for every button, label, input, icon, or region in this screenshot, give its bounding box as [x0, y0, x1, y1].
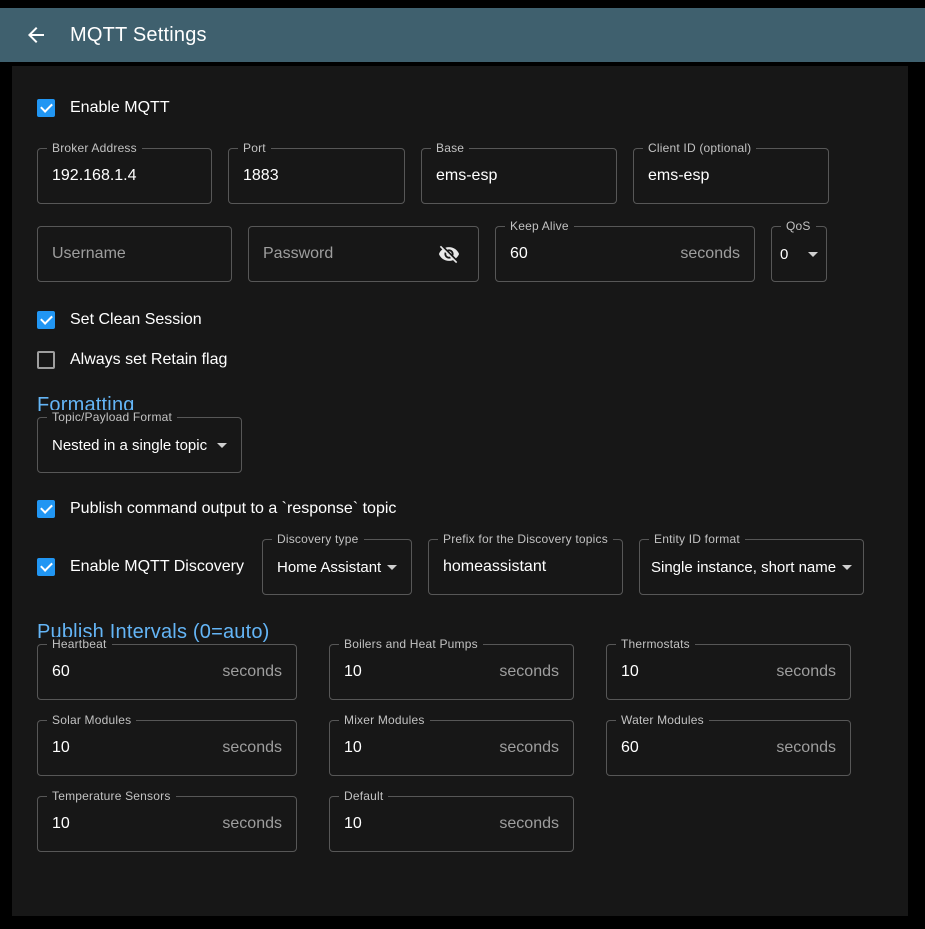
dropdown-arrow-icon	[842, 565, 852, 570]
discovery-row: Enable MQTT Discovery Discovery type Hom…	[37, 539, 863, 595]
app-bar: MQTT Settings	[0, 8, 925, 62]
default-interval-field: Default seconds	[329, 796, 574, 852]
mqtt-settings-page: MQTT Settings Enable MQTT Broker Address…	[0, 0, 925, 929]
discovery-type-select[interactable]: Discovery type Home Assistant	[262, 539, 412, 595]
visibility-off-icon	[438, 243, 460, 265]
water-modules-input[interactable]	[621, 739, 768, 757]
broker-address-field: Broker Address	[37, 148, 212, 204]
keep-alive-field: Keep Alive seconds	[495, 226, 755, 282]
field-label: Topic/Payload Format	[47, 410, 177, 424]
qos-select[interactable]: QoS 0	[771, 226, 827, 282]
field-suffix: seconds	[776, 739, 836, 757]
topic-payload-format-select[interactable]: Topic/Payload Format Nested in a single …	[37, 417, 242, 473]
field-suffix: seconds	[222, 663, 282, 681]
field-label: Heartbeat	[47, 637, 112, 651]
field-label: Default	[339, 789, 388, 803]
dropdown-arrow-icon	[387, 565, 397, 570]
field-suffix: seconds	[776, 663, 836, 681]
checkbox-icon	[37, 351, 55, 369]
field-label: Port	[238, 141, 271, 155]
credentials-row: Keep Alive seconds QoS 0	[37, 226, 863, 282]
field-label: Prefix for the Discovery topics	[438, 532, 613, 546]
checkbox-icon	[37, 99, 55, 117]
field-label: Entity ID format	[649, 532, 745, 546]
dropdown-arrow-icon	[217, 443, 227, 448]
field-label: Broker Address	[47, 141, 142, 155]
client-id-input[interactable]	[648, 167, 814, 185]
field-suffix: seconds	[222, 815, 282, 833]
mixer-modules-field: Mixer Modules seconds	[329, 720, 574, 776]
topic-format-value: Nested in a single topic	[52, 437, 211, 454]
thermostats-field: Thermostats seconds	[606, 644, 851, 700]
dropdown-arrow-icon	[808, 252, 818, 257]
checkbox-icon	[37, 500, 55, 518]
entity-id-format-select[interactable]: Entity ID format Single instance, short …	[639, 539, 864, 595]
checkbox-label: Enable MQTT Discovery	[70, 558, 244, 576]
checkbox-label: Enable MQTT	[70, 99, 170, 117]
checkbox-label: Always set Retain flag	[70, 351, 227, 369]
checkbox-label: Publish command output to a `response` t…	[70, 500, 396, 518]
checkbox-icon	[37, 558, 55, 576]
publish-response-checkbox[interactable]: Publish command output to a `response` t…	[37, 497, 863, 521]
enable-mqtt-discovery-checkbox[interactable]: Enable MQTT Discovery	[37, 555, 246, 579]
field-suffix: seconds	[499, 663, 559, 681]
page-title: MQTT Settings	[70, 24, 207, 47]
field-label: Mixer Modules	[339, 713, 430, 727]
arrow-back-icon	[24, 23, 48, 47]
entity-id-format-value: Single instance, short name	[651, 559, 836, 576]
field-label: QoS	[781, 219, 816, 233]
boilers-heat-pumps-input[interactable]	[344, 663, 491, 681]
temperature-sensors-input[interactable]	[52, 815, 214, 833]
publish-intervals-grid: Heartbeat seconds Boilers and Heat Pumps…	[37, 644, 863, 852]
password-field	[248, 226, 479, 282]
discovery-prefix-input[interactable]	[443, 558, 608, 576]
heartbeat-input[interactable]	[52, 663, 214, 681]
water-modules-field: Water Modules seconds	[606, 720, 851, 776]
base-input[interactable]	[436, 167, 602, 185]
field-suffix: seconds	[499, 739, 559, 757]
solar-modules-field: Solar Modules seconds	[37, 720, 297, 776]
temperature-sensors-field: Temperature Sensors seconds	[37, 796, 297, 852]
discovery-type-value: Home Assistant	[277, 559, 381, 576]
boilers-heat-pumps-field: Boilers and Heat Pumps seconds	[329, 644, 574, 700]
field-label: Boilers and Heat Pumps	[339, 637, 483, 651]
base-field: Base	[421, 148, 617, 204]
field-label: Client ID (optional)	[643, 141, 756, 155]
set-clean-session-checkbox[interactable]: Set Clean Session	[37, 308, 863, 332]
client-id-field: Client ID (optional)	[633, 148, 829, 204]
field-label: Thermostats	[616, 637, 695, 651]
always-retain-checkbox[interactable]: Always set Retain flag	[37, 348, 863, 372]
username-field	[37, 226, 232, 282]
field-label: Keep Alive	[505, 219, 574, 233]
mixer-modules-input[interactable]	[344, 739, 491, 757]
discovery-prefix-field: Prefix for the Discovery topics	[428, 539, 623, 595]
solar-modules-input[interactable]	[52, 739, 214, 757]
default-interval-input[interactable]	[344, 815, 491, 833]
field-suffix: seconds	[222, 739, 282, 757]
heartbeat-field: Heartbeat seconds	[37, 644, 297, 700]
password-input[interactable]	[263, 245, 428, 263]
back-button[interactable]	[16, 15, 56, 55]
qos-value: 0	[780, 246, 802, 263]
field-label: Base	[431, 141, 469, 155]
field-label: Solar Modules	[47, 713, 136, 727]
mqtt-settings-form: Enable MQTT Broker Address Port Base Cli…	[12, 66, 908, 916]
field-label: Temperature Sensors	[47, 789, 176, 803]
field-suffix: seconds	[499, 815, 559, 833]
broker-row: Broker Address Port Base Client ID (opti…	[37, 148, 863, 204]
field-label: Water Modules	[616, 713, 709, 727]
toggle-password-visibility-button[interactable]	[434, 239, 464, 269]
field-suffix: seconds	[680, 245, 740, 263]
thermostats-input[interactable]	[621, 663, 768, 681]
keep-alive-input[interactable]	[510, 245, 672, 263]
checkbox-icon	[37, 311, 55, 329]
field-label: Discovery type	[272, 532, 364, 546]
checkbox-label: Set Clean Session	[70, 311, 202, 329]
enable-mqtt-checkbox[interactable]: Enable MQTT	[37, 96, 863, 120]
port-input[interactable]	[243, 167, 390, 185]
port-field: Port	[228, 148, 405, 204]
broker-address-input[interactable]	[52, 167, 197, 185]
username-input[interactable]	[52, 245, 217, 263]
topic-format-row: Topic/Payload Format Nested in a single …	[37, 417, 863, 473]
